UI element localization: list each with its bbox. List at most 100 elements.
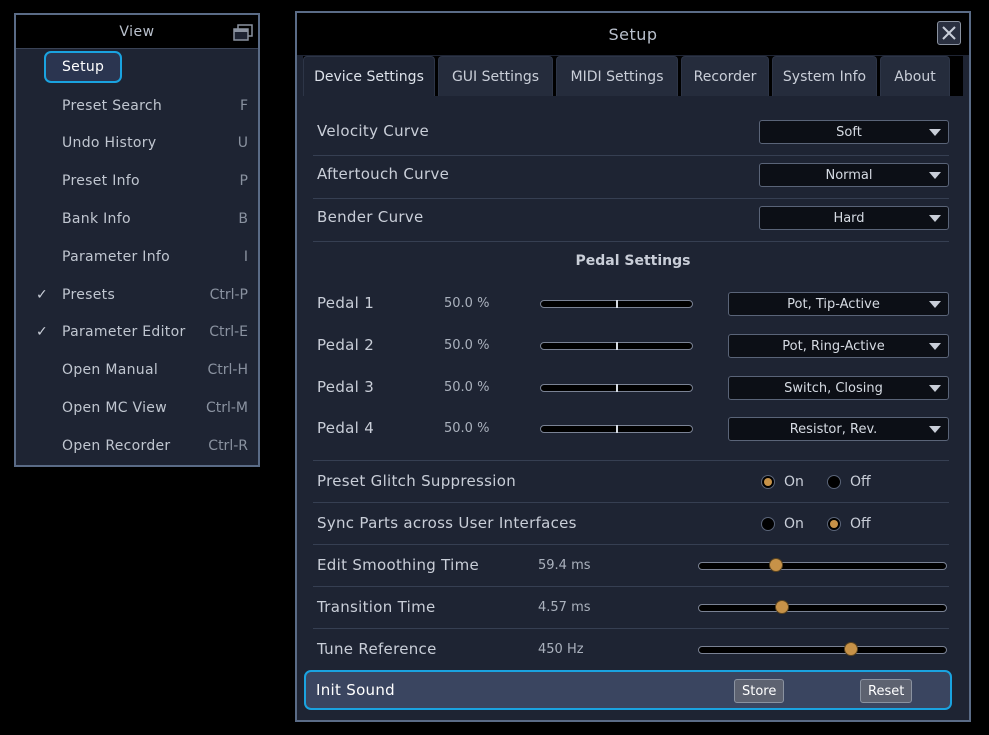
glitch-off-radio[interactable]: Off bbox=[827, 474, 871, 490]
menu-item-presets[interactable]: ✓ Presets Ctrl-P bbox=[16, 280, 258, 310]
menu-item-shortcut: P bbox=[239, 173, 248, 189]
tab-gui-settings[interactable]: GUI Settings bbox=[438, 56, 553, 96]
aftertouch-curve-label: Aftertouch Curve bbox=[317, 165, 450, 183]
sync-parts-label: Sync Parts across User Interfaces bbox=[317, 514, 577, 532]
pedal-slider[interactable] bbox=[540, 425, 693, 433]
tab-recorder[interactable]: Recorder bbox=[681, 56, 769, 96]
divider bbox=[313, 628, 949, 629]
velocity-curve-value: Soft bbox=[836, 124, 862, 140]
menu-item-undo-history[interactable]: Undo History U bbox=[16, 128, 258, 158]
sync-on-label: On bbox=[784, 516, 804, 532]
glitch-on-label: On bbox=[784, 474, 804, 490]
menu-item-label: Preset Search bbox=[62, 98, 163, 114]
pedal-percent: 50.0 % bbox=[444, 421, 490, 436]
sync-on-radio[interactable]: On bbox=[761, 516, 804, 532]
slider-knob[interactable] bbox=[768, 558, 783, 572]
pedal-slider[interactable] bbox=[540, 384, 693, 392]
pedal-type-value: Resistor, Rev. bbox=[789, 421, 878, 437]
menu-item-shortcut: I bbox=[243, 249, 248, 265]
edit-smoothing-time-value: 59.4 ms bbox=[538, 558, 591, 573]
menu-item-preset-search[interactable]: Preset Search F bbox=[16, 91, 258, 121]
pedal-slider[interactable] bbox=[540, 300, 693, 308]
tab-system-info[interactable]: System Info bbox=[772, 56, 877, 96]
menu-item-open-mc-view[interactable]: Open MC View Ctrl-M bbox=[16, 393, 258, 423]
tune-reference-slider[interactable] bbox=[698, 642, 947, 656]
divider bbox=[313, 241, 949, 242]
init-sound-label: Init Sound bbox=[316, 681, 395, 699]
menu-item-setup[interactable]: Setup bbox=[16, 51, 258, 83]
menu-item-label: Undo History bbox=[62, 135, 157, 151]
window-toggle-icon[interactable] bbox=[233, 24, 253, 41]
menu-item-parameter-info[interactable]: Parameter Info I bbox=[16, 242, 258, 272]
menu-item-label: Open Recorder bbox=[62, 438, 171, 454]
pedal-type-dropdown[interactable]: Pot, Ring-Active bbox=[728, 334, 949, 358]
device-settings-panel: Velocity Curve Soft Aftertouch Curve Nor… bbox=[303, 96, 963, 714]
reset-button[interactable]: Reset bbox=[860, 679, 913, 703]
pedal-slider[interactable] bbox=[540, 342, 693, 350]
pedal-type-dropdown[interactable]: Switch, Closing bbox=[728, 376, 949, 400]
pedal-percent: 50.0 % bbox=[444, 380, 490, 395]
pedal-label: Pedal 2 bbox=[317, 336, 375, 354]
tune-reference-label: Tune Reference bbox=[317, 640, 437, 658]
pedal-slider-marker bbox=[615, 425, 618, 433]
menu-item-open-manual[interactable]: Open Manual Ctrl-H bbox=[16, 355, 258, 385]
radio-dot bbox=[827, 517, 841, 531]
chevron-down-icon bbox=[929, 301, 941, 308]
menu-item-shortcut: Ctrl-P bbox=[209, 287, 248, 303]
velocity-curve-dropdown[interactable]: Soft bbox=[759, 120, 949, 144]
store-button[interactable]: Store bbox=[734, 679, 785, 703]
tab-device-settings[interactable]: Device Settings bbox=[303, 56, 435, 96]
glitch-off-label: Off bbox=[850, 474, 871, 490]
chevron-down-icon bbox=[929, 343, 941, 350]
menu-item-label: Presets bbox=[62, 287, 116, 303]
divider bbox=[313, 544, 949, 545]
menu-item-shortcut: F bbox=[239, 98, 248, 114]
menu-item-label: Parameter Editor bbox=[62, 324, 186, 340]
chevron-down-icon bbox=[929, 172, 941, 179]
chevron-down-icon bbox=[929, 215, 941, 222]
menu-item-preset-info[interactable]: Preset Info P bbox=[16, 166, 258, 196]
pedal-type-dropdown[interactable]: Pot, Tip-Active bbox=[728, 292, 949, 316]
transition-time-label: Transition Time bbox=[317, 598, 436, 616]
radio-dot bbox=[827, 475, 841, 489]
menu-item-label: Bank Info bbox=[62, 211, 131, 227]
chevron-down-icon bbox=[929, 129, 941, 136]
menu-item-bank-info[interactable]: Bank Info B bbox=[16, 204, 258, 234]
menu-item-label: Parameter Info bbox=[62, 249, 170, 265]
divider bbox=[313, 502, 949, 503]
menu-item-label: Open Manual bbox=[62, 362, 159, 378]
tab-midi-settings[interactable]: MIDI Settings bbox=[556, 56, 678, 96]
pedal-label: Pedal 3 bbox=[317, 378, 375, 396]
pedal-slider-marker bbox=[615, 384, 618, 392]
tune-reference-value: 450 Hz bbox=[538, 642, 584, 657]
pedal-slider-marker bbox=[615, 342, 618, 350]
pedal-type-dropdown[interactable]: Resistor, Rev. bbox=[728, 417, 949, 441]
divider bbox=[313, 198, 949, 199]
sync-off-radio[interactable]: Off bbox=[827, 516, 871, 532]
slider-knob[interactable] bbox=[774, 600, 789, 614]
aftertouch-curve-dropdown[interactable]: Normal bbox=[759, 163, 949, 187]
slider-knob[interactable] bbox=[843, 642, 858, 656]
close-button[interactable] bbox=[937, 21, 961, 45]
glitch-on-radio[interactable]: On bbox=[761, 474, 804, 490]
bender-curve-dropdown[interactable]: Hard bbox=[759, 206, 949, 230]
divider bbox=[313, 586, 949, 587]
velocity-curve-label: Velocity Curve bbox=[317, 122, 430, 140]
init-sound-row: Init Sound Store Reset bbox=[304, 670, 952, 710]
checkmark-icon: ✓ bbox=[36, 324, 48, 340]
menu-item-open-recorder[interactable]: Open Recorder Ctrl-R bbox=[16, 431, 258, 461]
edit-smoothing-time-label: Edit Smoothing Time bbox=[317, 556, 480, 574]
setup-header: Setup bbox=[297, 13, 969, 55]
menu-item-shortcut: Ctrl-M bbox=[205, 400, 248, 416]
menu-item-parameter-editor[interactable]: ✓ Parameter Editor Ctrl-E bbox=[16, 317, 258, 347]
glitch-suppression-label: Preset Glitch Suppression bbox=[317, 472, 517, 490]
close-icon bbox=[942, 26, 956, 40]
radio-dot bbox=[761, 517, 775, 531]
aftertouch-curve-value: Normal bbox=[825, 167, 873, 183]
setup-dialog: Setup Device Settings GUI Settings MIDI … bbox=[295, 11, 971, 722]
transition-time-slider[interactable] bbox=[698, 600, 947, 614]
pedal-type-value: Pot, Tip-Active bbox=[787, 296, 880, 312]
edit-smoothing-time-slider[interactable] bbox=[698, 558, 947, 572]
tab-about[interactable]: About bbox=[880, 56, 950, 96]
menu-item-shortcut: Ctrl-E bbox=[209, 324, 248, 340]
